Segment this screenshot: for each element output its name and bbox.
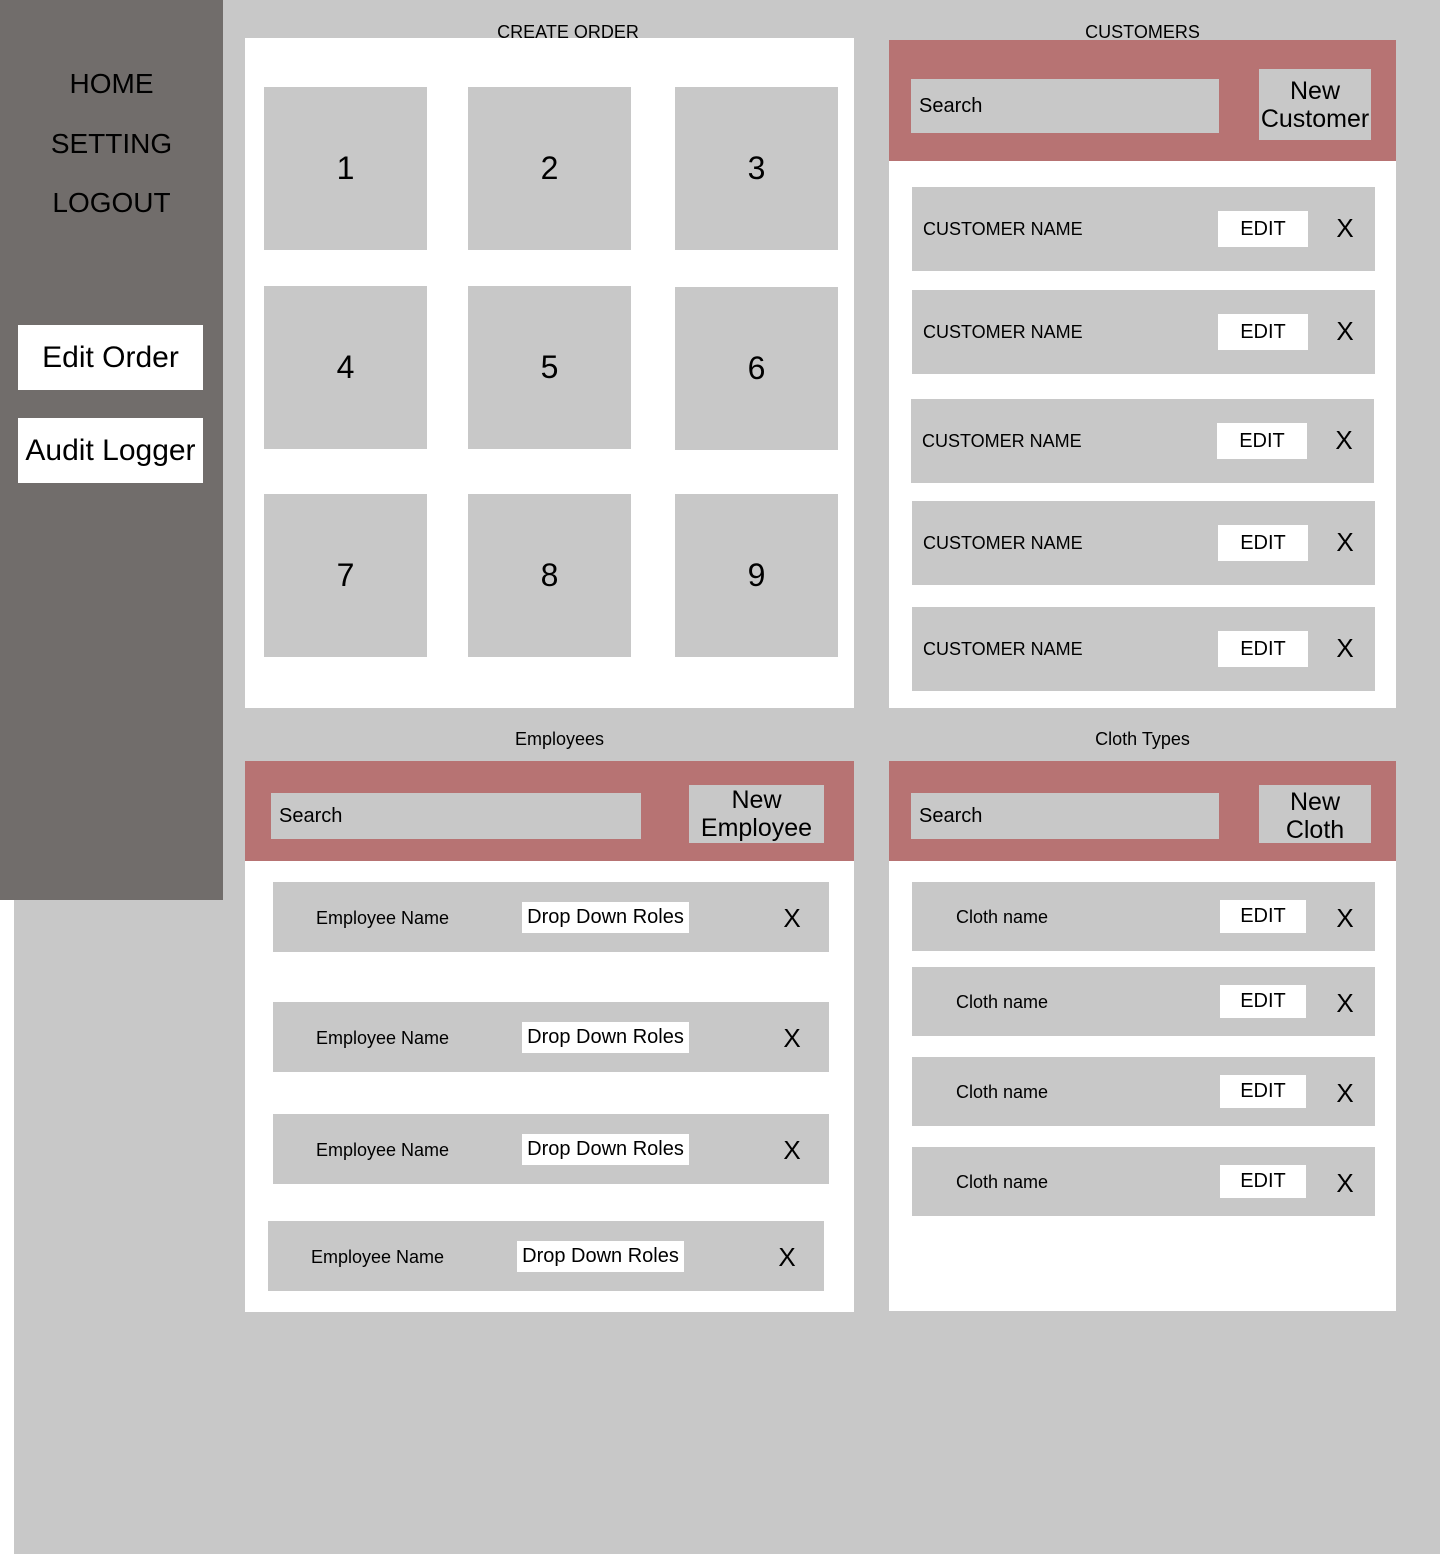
- delete-employee-button[interactable]: X: [777, 1023, 807, 1053]
- employees-header-bar: New Employee: [245, 761, 854, 861]
- edit-cloth-button[interactable]: EDIT: [1220, 1165, 1306, 1198]
- cloth-row: Cloth name EDIT X: [912, 967, 1375, 1036]
- cloth-name: Cloth name: [956, 1082, 1049, 1102]
- delete-employee-button[interactable]: X: [772, 1242, 802, 1272]
- delete-customer-button[interactable]: X: [1329, 425, 1359, 455]
- role-dropdown[interactable]: Drop Down Roles: [517, 1241, 684, 1272]
- delete-cloth-button[interactable]: X: [1330, 903, 1360, 933]
- cloth-types-title: Cloth Types: [1095, 729, 1190, 749]
- delete-customer-button[interactable]: X: [1330, 633, 1360, 663]
- employee-name: Employee Name: [316, 1140, 450, 1160]
- new-employee-button[interactable]: New Employee: [689, 785, 824, 843]
- employee-row: Employee Name Drop Down Roles X: [273, 1002, 829, 1072]
- customer-row: CUSTOMER NAME EDIT X: [912, 290, 1375, 374]
- edit-customer-button[interactable]: EDIT: [1217, 423, 1307, 459]
- customers-panel: New Customer CUSTOMER NAME EDIT X CUSTOM…: [889, 40, 1396, 708]
- employee-search-input[interactable]: [271, 793, 641, 839]
- role-dropdown[interactable]: Drop Down Roles: [522, 1134, 689, 1165]
- cloth-row: Cloth name EDIT X: [912, 1057, 1375, 1126]
- create-order-panel: 1 2 3 4 5 6 7 8 9: [245, 38, 854, 708]
- delete-cloth-button[interactable]: X: [1330, 1078, 1360, 1108]
- customer-row: CUSTOMER NAME EDIT X: [912, 501, 1375, 585]
- order-tile-2[interactable]: 2: [468, 87, 631, 250]
- order-tile-3[interactable]: 3: [675, 87, 838, 250]
- edit-cloth-button[interactable]: EDIT: [1220, 1075, 1306, 1108]
- order-tile-8[interactable]: 8: [468, 494, 631, 657]
- sidebar: HOME SETTING LOGOUT Edit Order Audit Log…: [0, 0, 223, 900]
- nav-setting[interactable]: SETTING: [0, 127, 223, 161]
- order-tile-1[interactable]: 1: [264, 87, 427, 250]
- delete-customer-button[interactable]: X: [1330, 213, 1360, 243]
- delete-customer-button[interactable]: X: [1330, 316, 1360, 346]
- delete-cloth-button[interactable]: X: [1330, 1168, 1360, 1198]
- employee-name: Employee Name: [311, 1247, 445, 1267]
- customer-name: CUSTOMER NAME: [923, 219, 1083, 239]
- cloth-types-panel: New Cloth Cloth name EDIT X Cloth name E…: [889, 761, 1396, 1311]
- customer-search-input[interactable]: [911, 79, 1219, 133]
- cloth-name: Cloth name: [956, 907, 1049, 927]
- delete-employee-button[interactable]: X: [777, 903, 807, 933]
- new-cloth-button[interactable]: New Cloth: [1259, 785, 1371, 843]
- customer-name: CUSTOMER NAME: [922, 431, 1082, 451]
- customer-row: CUSTOMER NAME EDIT X: [912, 607, 1375, 691]
- audit-logger-button[interactable]: Audit Logger: [18, 418, 203, 483]
- role-dropdown[interactable]: Drop Down Roles: [522, 1022, 689, 1053]
- customer-name: CUSTOMER NAME: [923, 322, 1083, 342]
- edit-order-button[interactable]: Edit Order: [18, 325, 203, 390]
- order-tile-6[interactable]: 6: [675, 287, 838, 450]
- employee-name: Employee Name: [316, 908, 450, 928]
- edit-customer-button[interactable]: EDIT: [1218, 525, 1308, 561]
- employee-row: Employee Name Drop Down Roles X: [268, 1221, 824, 1291]
- nav-home[interactable]: HOME: [0, 67, 223, 101]
- order-tile-4[interactable]: 4: [264, 286, 427, 449]
- customer-row: CUSTOMER NAME EDIT X: [911, 399, 1374, 483]
- cloth-row: Cloth name EDIT X: [912, 882, 1375, 951]
- delete-cloth-button[interactable]: X: [1330, 988, 1360, 1018]
- new-customer-button[interactable]: New Customer: [1259, 69, 1371, 140]
- employees-panel: New Employee Employee Name Drop Down Rol…: [245, 761, 854, 1312]
- customers-header-bar: New Customer: [889, 40, 1396, 161]
- employee-row: Employee Name Drop Down Roles X: [273, 882, 829, 952]
- cloth-row: Cloth name EDIT X: [912, 1147, 1375, 1216]
- customer-row: CUSTOMER NAME EDIT X: [912, 187, 1375, 271]
- employee-row: Employee Name Drop Down Roles X: [273, 1114, 829, 1184]
- cloth-name: Cloth name: [956, 1172, 1049, 1192]
- customer-name: CUSTOMER NAME: [923, 639, 1083, 659]
- customer-name: CUSTOMER NAME: [923, 533, 1083, 553]
- employees-title: Employees: [514, 729, 605, 749]
- delete-employee-button[interactable]: X: [777, 1135, 807, 1165]
- cloth-name: Cloth name: [956, 992, 1049, 1012]
- edit-cloth-button[interactable]: EDIT: [1220, 985, 1306, 1018]
- order-tile-9[interactable]: 9: [675, 494, 838, 657]
- role-dropdown[interactable]: Drop Down Roles: [522, 902, 689, 933]
- order-tile-5[interactable]: 5: [468, 286, 631, 449]
- nav-logout[interactable]: LOGOUT: [0, 186, 223, 220]
- delete-customer-button[interactable]: X: [1330, 527, 1360, 557]
- edit-customer-button[interactable]: EDIT: [1218, 314, 1308, 350]
- cloth-search-input[interactable]: [911, 793, 1219, 839]
- edit-customer-button[interactable]: EDIT: [1218, 211, 1308, 247]
- edit-customer-button[interactable]: EDIT: [1218, 631, 1308, 667]
- order-tile-7[interactable]: 7: [264, 494, 427, 657]
- cloth-types-header-bar: New Cloth: [889, 761, 1396, 861]
- edit-cloth-button[interactable]: EDIT: [1220, 900, 1306, 933]
- employee-name: Employee Name: [316, 1028, 450, 1048]
